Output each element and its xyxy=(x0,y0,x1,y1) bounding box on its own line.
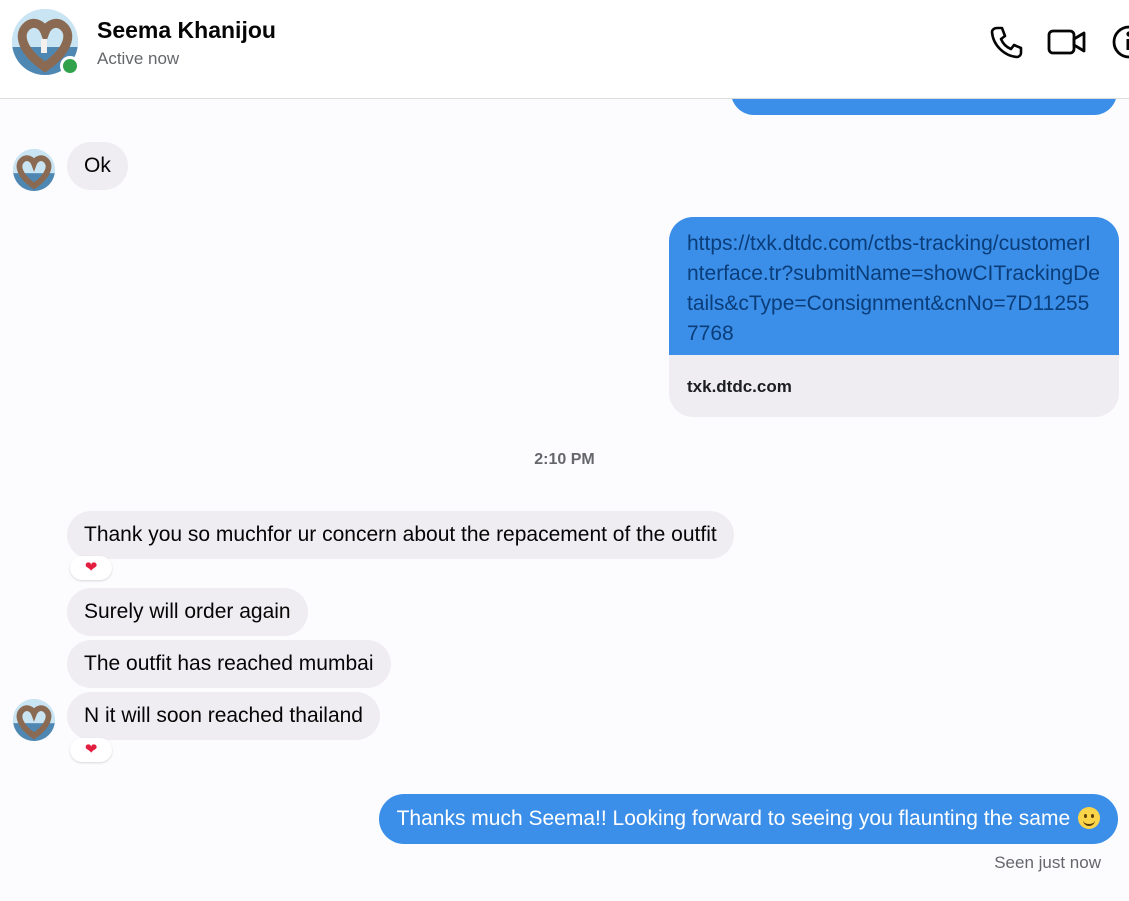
active-status: Active now xyxy=(97,49,180,68)
outgoing-message[interactable]: Thanks much Seema!! Looking forward to s… xyxy=(378,794,1118,844)
incoming-message[interactable]: The outfit has reached mumbai xyxy=(67,640,391,688)
incoming-message[interactable]: Thank you so muchfor ur concern about th… xyxy=(67,511,734,559)
sender-avatar[interactable] xyxy=(13,699,55,741)
video-camera-icon[interactable] xyxy=(1047,24,1087,60)
link-domain: txk.dtdc.com xyxy=(687,377,792,396)
chat-header: Seema Khanijou Active now xyxy=(0,0,1129,99)
phone-icon[interactable] xyxy=(988,24,1024,60)
smile-emoji-icon xyxy=(1078,807,1100,829)
heart-reaction[interactable]: ❤ xyxy=(70,556,112,580)
contact-name[interactable]: Seema Khanijou xyxy=(97,17,276,44)
incoming-message[interactable]: Surely will order again xyxy=(67,588,308,636)
info-icon[interactable] xyxy=(1108,24,1129,60)
message-timestamp: 2:10 PM xyxy=(534,451,595,468)
avatar-photo xyxy=(13,699,55,741)
heart-reaction[interactable]: ❤ xyxy=(70,738,112,762)
online-status-dot xyxy=(60,56,80,76)
link-url[interactable]: https://txk.dtdc.com/ctbs-tracking/custo… xyxy=(669,217,1119,355)
avatar-photo xyxy=(13,149,55,191)
incoming-message[interactable]: Ok xyxy=(67,142,128,190)
sender-avatar[interactable] xyxy=(13,149,55,191)
outgoing-message-partial xyxy=(731,99,1117,115)
seen-status: Seen just now xyxy=(994,853,1101,872)
message-thread[interactable]: Ok https://txk.dtdc.com/ctbs-tracking/cu… xyxy=(0,99,1129,901)
incoming-message[interactable]: N it will soon reached thailand xyxy=(67,692,380,740)
outgoing-message-text: Thanks much Seema!! Looking forward to s… xyxy=(396,807,1071,830)
outgoing-link-message[interactable]: https://txk.dtdc.com/ctbs-tracking/custo… xyxy=(669,217,1119,417)
